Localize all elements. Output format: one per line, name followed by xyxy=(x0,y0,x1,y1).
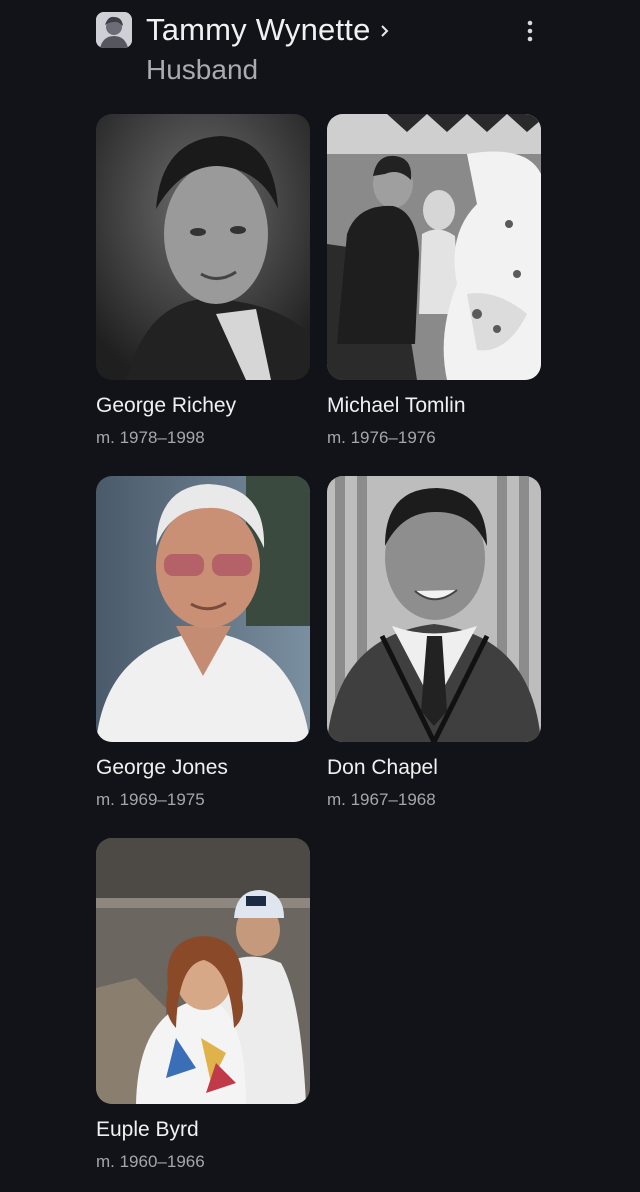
husband-name: Michael Tomlin xyxy=(327,394,466,417)
husband-card[interactable]: George Jones m. 1969–1975 xyxy=(96,476,310,810)
husband-name: Don Chapel xyxy=(327,756,438,779)
person-photo xyxy=(327,114,541,380)
person-photo xyxy=(96,838,310,1104)
husband-card[interactable]: Don Chapel m. 1967–1968 xyxy=(327,476,541,810)
title-link[interactable]: Tammy Wynette xyxy=(146,8,393,52)
husband-card[interactable]: Michael Tomlin m. 1976–1976 xyxy=(327,114,541,448)
person-photo xyxy=(96,114,310,380)
more-options-button[interactable] xyxy=(519,16,541,46)
person-thumbnail-icon[interactable] xyxy=(96,12,132,48)
marriage-years: m. 1967–1968 xyxy=(327,790,436,809)
marriage-years: m. 1978–1998 xyxy=(96,428,205,447)
chevron-right-icon xyxy=(380,25,388,37)
person-photo xyxy=(327,476,541,742)
page-title: Tammy Wynette xyxy=(146,12,371,47)
marriage-years: m. 1969–1975 xyxy=(96,790,205,809)
husband-name: George Richey xyxy=(96,394,237,417)
person-photo xyxy=(96,476,310,742)
more-vert-icon xyxy=(527,20,533,42)
marriage-years: m. 1976–1976 xyxy=(327,428,436,447)
husband-card[interactable]: George Richey m. 1978–1998 xyxy=(96,114,310,448)
page-subtitle: Husband xyxy=(146,54,259,85)
husband-card[interactable]: Euple Byrd m. 1960–1966 xyxy=(96,838,310,1172)
husband-name: Euple Byrd xyxy=(96,1118,199,1141)
husband-name: George Jones xyxy=(96,756,228,779)
marriage-years: m. 1960–1966 xyxy=(96,1152,205,1171)
knowledge-panel-header: Tammy Wynette Husband xyxy=(96,8,546,88)
